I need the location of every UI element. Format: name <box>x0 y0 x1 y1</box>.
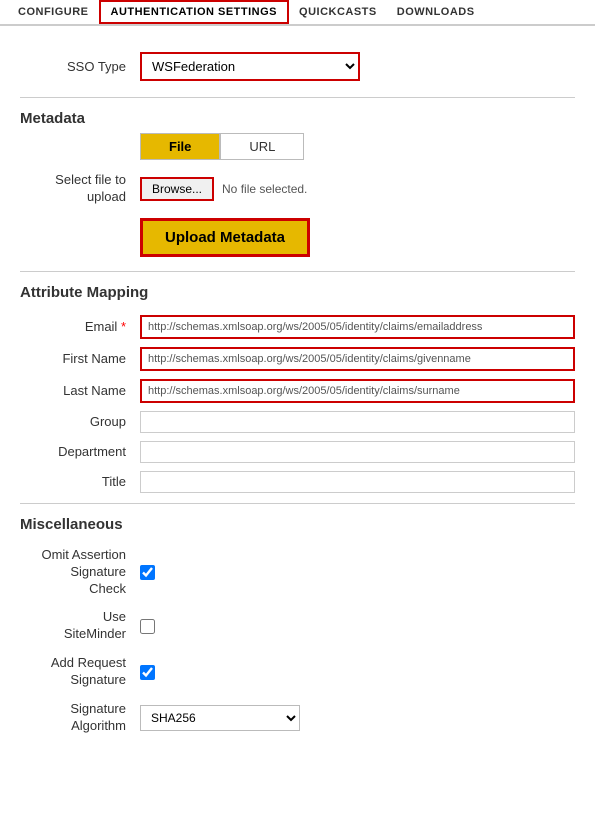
lastname-row: Last Name <box>20 379 575 403</box>
email-input[interactable] <box>140 315 575 339</box>
department-label: Department <box>20 444 140 459</box>
sig-algorithm-label: SignatureAlgorithm <box>20 701 140 735</box>
department-field-wrapper <box>140 441 575 463</box>
department-row: Department <box>20 441 575 463</box>
group-field-wrapper <box>140 411 575 433</box>
omit-assertion-checkbox[interactable] <box>140 565 155 580</box>
attribute-mapping-heading: Attribute Mapping <box>20 284 575 301</box>
email-row: Email <box>20 315 575 339</box>
no-file-text: No file selected. <box>222 182 307 196</box>
omit-assertion-row: Omit AssertionSignatureCheck <box>20 547 575 598</box>
email-label: Email <box>20 319 140 334</box>
firstname-label: First Name <box>20 351 140 366</box>
misc-heading: Miscellaneous <box>20 516 575 533</box>
metadata-heading: Metadata <box>20 110 575 127</box>
use-siteminder-row: UseSiteMinder <box>20 609 575 643</box>
sso-type-label: SSO Type <box>20 59 140 74</box>
use-siteminder-label: UseSiteMinder <box>20 609 140 643</box>
upload-metadata-button[interactable]: Upload Metadata <box>140 218 310 257</box>
lastname-input[interactable] <box>140 379 575 403</box>
email-field-wrapper <box>140 315 575 339</box>
browse-row: Select file toupload Browse... No file s… <box>20 172 575 206</box>
firstname-field-wrapper <box>140 347 575 371</box>
title-field-wrapper <box>140 471 575 493</box>
sig-algorithm-row: SignatureAlgorithm SHA256 SHA1 SHA512 <box>20 701 575 735</box>
sig-algorithm-select[interactable]: SHA256 SHA1 SHA512 <box>140 705 300 731</box>
nav-quickcasts[interactable]: QUICKCASTS <box>289 0 387 24</box>
sso-type-row: SSO Type WSFederation SAML2 OpenID <box>20 52 575 81</box>
metadata-toggle-group: File URL <box>140 133 575 160</box>
select-file-label: Select file toupload <box>20 172 140 206</box>
top-navigation: CONFIGURE AUTHENTICATION SETTINGS QUICKC… <box>0 0 595 26</box>
group-row: Group <box>20 411 575 433</box>
browse-button[interactable]: Browse... <box>140 177 214 201</box>
group-input[interactable] <box>140 411 575 433</box>
title-row: Title <box>20 471 575 493</box>
nav-downloads[interactable]: DOWNLOADS <box>387 0 485 24</box>
nav-authentication-settings[interactable]: AUTHENTICATION SETTINGS <box>99 0 290 24</box>
title-input[interactable] <box>140 471 575 493</box>
omit-assertion-label: Omit AssertionSignatureCheck <box>20 547 140 598</box>
nav-configure[interactable]: CONFIGURE <box>8 0 99 24</box>
add-request-sig-label: Add RequestSignature <box>20 655 140 689</box>
file-toggle-btn[interactable]: File <box>140 133 220 160</box>
use-siteminder-checkbox[interactable] <box>140 619 155 634</box>
main-content: SSO Type WSFederation SAML2 OpenID Metad… <box>0 26 595 763</box>
department-input[interactable] <box>140 441 575 463</box>
add-request-sig-row: Add RequestSignature <box>20 655 575 689</box>
group-label: Group <box>20 414 140 429</box>
add-request-sig-checkbox[interactable] <box>140 665 155 680</box>
lastname-label: Last Name <box>20 383 140 398</box>
url-toggle-btn[interactable]: URL <box>220 133 304 160</box>
lastname-field-wrapper <box>140 379 575 403</box>
firstname-input[interactable] <box>140 347 575 371</box>
firstname-row: First Name <box>20 347 575 371</box>
sso-type-select[interactable]: WSFederation SAML2 OpenID <box>140 52 360 81</box>
upload-row: Upload Metadata <box>140 218 575 257</box>
title-label: Title <box>20 474 140 489</box>
